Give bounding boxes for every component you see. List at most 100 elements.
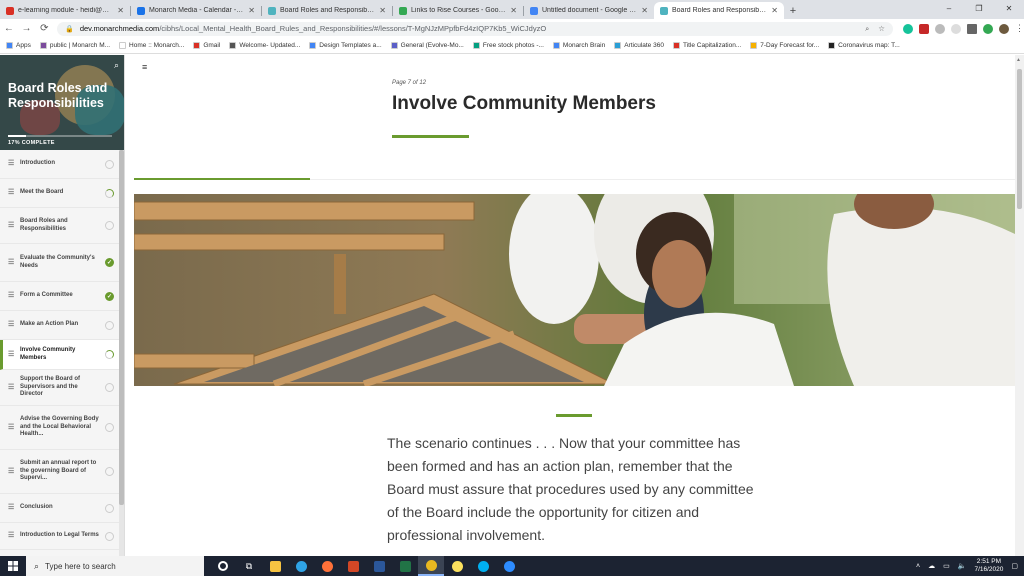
lesson-page-icon: ☰ (8, 504, 15, 511)
grammarly-icon[interactable] (903, 23, 914, 34)
browser-tab[interactable]: Monarch Media - Calendar - 4 d... ✕ (131, 2, 261, 19)
ext-check-icon[interactable] (983, 23, 994, 34)
sidebar-scrollbar[interactable] (119, 150, 124, 556)
bookmarks-bar: Apps public | Monarch M... Home :: Monarch… (0, 38, 1024, 54)
bookmark-item[interactable]: Coronavirus map: T... (828, 42, 900, 49)
cloud-icon[interactable]: ☁ (928, 562, 935, 570)
edge-app-icon[interactable] (288, 556, 314, 576)
bookmark-icon (229, 42, 237, 49)
zoom-app-icon[interactable] (496, 556, 522, 576)
menu-dots-icon[interactable]: ⋮ (1015, 23, 1024, 34)
url-field[interactable]: 🔒 dev.monarchmedia.com/cibhs/Local_Menta… (57, 21, 894, 36)
search-icon: ⌕ (34, 560, 40, 571)
lesson-title: Involve Community Members (392, 93, 656, 114)
cortana-app-icon[interactable] (210, 556, 236, 576)
close-icon[interactable]: ✕ (771, 6, 778, 15)
bookmark-icon (193, 42, 201, 49)
bookmark-item[interactable]: Gmail (193, 42, 220, 49)
avatar[interactable] (999, 23, 1010, 34)
forward-button[interactable]: → (18, 20, 36, 38)
word-app-icon[interactable] (366, 556, 392, 576)
bookmark-item[interactable]: Monarch Brain (552, 42, 605, 49)
bookmark-item[interactable]: General (Evolve-Mo... (390, 42, 464, 49)
menu-icon[interactable]: ≡ (142, 63, 150, 72)
volume-icon[interactable]: 🔈 (958, 562, 967, 570)
ext-circle-icon[interactable] (951, 23, 962, 34)
bookmark-item[interactable]: public | Monarch M... (39, 42, 110, 49)
file-explorer-app-icon[interactable] (262, 556, 288, 576)
network-icon[interactable]: ▭ (943, 562, 950, 570)
minimize-button[interactable]: – (934, 0, 964, 17)
omnibox-actions: ⌕ ☆ (865, 24, 885, 34)
page-scrollbar[interactable]: ▲ (1015, 55, 1024, 556)
clock[interactable]: 2:51 PM 7/16/2020 (974, 558, 1003, 574)
bookmark-icon (750, 42, 758, 49)
bookmark-icon (390, 42, 398, 49)
bookmark-item[interactable]: Free stock photos -... (472, 42, 544, 49)
tab-label: e-learning module - heidi@mon... (18, 7, 114, 14)
lesson-progress-track (310, 179, 1015, 180)
lesson-item[interactable]: ☰ Submit an annual report to the governin… (0, 450, 124, 494)
shield-icon[interactable] (919, 23, 930, 34)
new-tab-button[interactable]: + (784, 2, 802, 19)
lesson-status-icon (105, 531, 114, 541)
lesson-item[interactable]: ☰ Introduction to Legal Terms (0, 523, 124, 550)
lesson-item[interactable]: ☰ Evaluate the Community's Needs ✓ (0, 244, 124, 282)
browser-tab[interactable]: Untitled document - Google Do... ✕ (524, 2, 654, 19)
back-button[interactable]: ← (0, 20, 18, 38)
scroll-up-icon[interactable]: ▲ (1016, 57, 1021, 63)
chevron-up-icon[interactable]: ˄ (916, 563, 920, 570)
bookmark-item[interactable]: 7-Day Forecast for... (750, 42, 819, 49)
lesson-label: Involve Community Members (20, 347, 76, 361)
bookmark-item[interactable]: Title Capitalization... (672, 42, 741, 49)
bookmark-item[interactable]: Apps (6, 42, 31, 49)
windows-icon (8, 561, 18, 571)
puzzle-icon[interactable] (967, 23, 978, 34)
excel-app-icon[interactable] (392, 556, 418, 576)
search-icon[interactable]: ⌕ (865, 24, 869, 34)
bookmark-star-icon[interactable]: ☆ (878, 24, 885, 34)
taskbar-search[interactable]: ⌕ Type here to search (26, 556, 204, 576)
lesson-item[interactable]: ☰ Board Roles and Responsibilities (0, 208, 124, 244)
close-window-button[interactable]: ✕ (994, 0, 1024, 17)
browser-tab[interactable]: e-learning module - heidi@mon... ✕ (0, 2, 130, 19)
lesson-label: Make an Action Plan (20, 321, 79, 328)
powerpoint-app-icon[interactable] (340, 556, 366, 576)
scrollbar-thumb[interactable] (1017, 69, 1022, 209)
browser-tab[interactable]: Board Roles and Responsibilitie... ✕ (654, 2, 784, 19)
lesson-item[interactable]: ☰ Meet the Board (0, 179, 124, 208)
search-icon[interactable]: ⌕ (114, 60, 119, 71)
lesson-item[interactable]: ☰ Introduction (0, 150, 124, 179)
lesson-label: Support the Board of Supervisors and the… (20, 376, 80, 398)
chrome-app-icon[interactable] (418, 556, 444, 576)
notifications-icon[interactable]: ▢ (1011, 562, 1018, 570)
lesson-item[interactable]: ☰ Conclusion (0, 494, 124, 523)
task-view-app-icon[interactable]: ⧉ (236, 556, 262, 576)
skype-app-icon[interactable] (470, 556, 496, 576)
maximize-button[interactable]: ❐ (964, 0, 994, 17)
sticky-notes-app-icon[interactable] (444, 556, 470, 576)
close-icon[interactable]: ✕ (379, 6, 386, 15)
close-icon[interactable]: ✕ (510, 6, 517, 15)
firefox-app-icon[interactable] (314, 556, 340, 576)
browser-tab-strip: e-learning module - heidi@mon... ✕ Monarch… (0, 0, 1024, 19)
lesson-item[interactable]: ☰ Advise the Governing Body and the Local… (0, 406, 124, 450)
bookmark-item[interactable]: Articulate 360 (614, 42, 664, 49)
browser-tab[interactable]: Links to Rise Courses - Google D...✕ (393, 2, 523, 19)
close-icon[interactable]: ✕ (117, 6, 124, 15)
reload-button[interactable]: ⟳ (35, 20, 53, 38)
bookmark-item[interactable]: Welcome- Updated... (229, 42, 300, 49)
lesson-item[interactable]: ☰ Make an Action Plan (0, 311, 124, 340)
bookmark-item[interactable]: Design Templates a... (309, 42, 382, 49)
start-button[interactable] (0, 556, 26, 576)
browser-tab[interactable]: Board Roles and Responsibilitie... ✕ (262, 2, 392, 19)
tab-favicon-icon (399, 6, 407, 15)
lesson-item[interactable]: ☰ Support the Board of Supervisors and th… (0, 370, 124, 406)
extension-icon[interactable] (935, 23, 946, 34)
lesson-item[interactable]: ☰ Involve Community Members (0, 340, 124, 370)
lesson-page-icon: ☰ (8, 321, 15, 328)
close-icon[interactable]: ✕ (248, 6, 255, 15)
close-icon[interactable]: ✕ (641, 6, 648, 15)
bookmark-item[interactable]: Home :: Monarch... (119, 42, 184, 49)
lesson-item[interactable]: ☰ Form a Committee ✓ (0, 282, 124, 311)
